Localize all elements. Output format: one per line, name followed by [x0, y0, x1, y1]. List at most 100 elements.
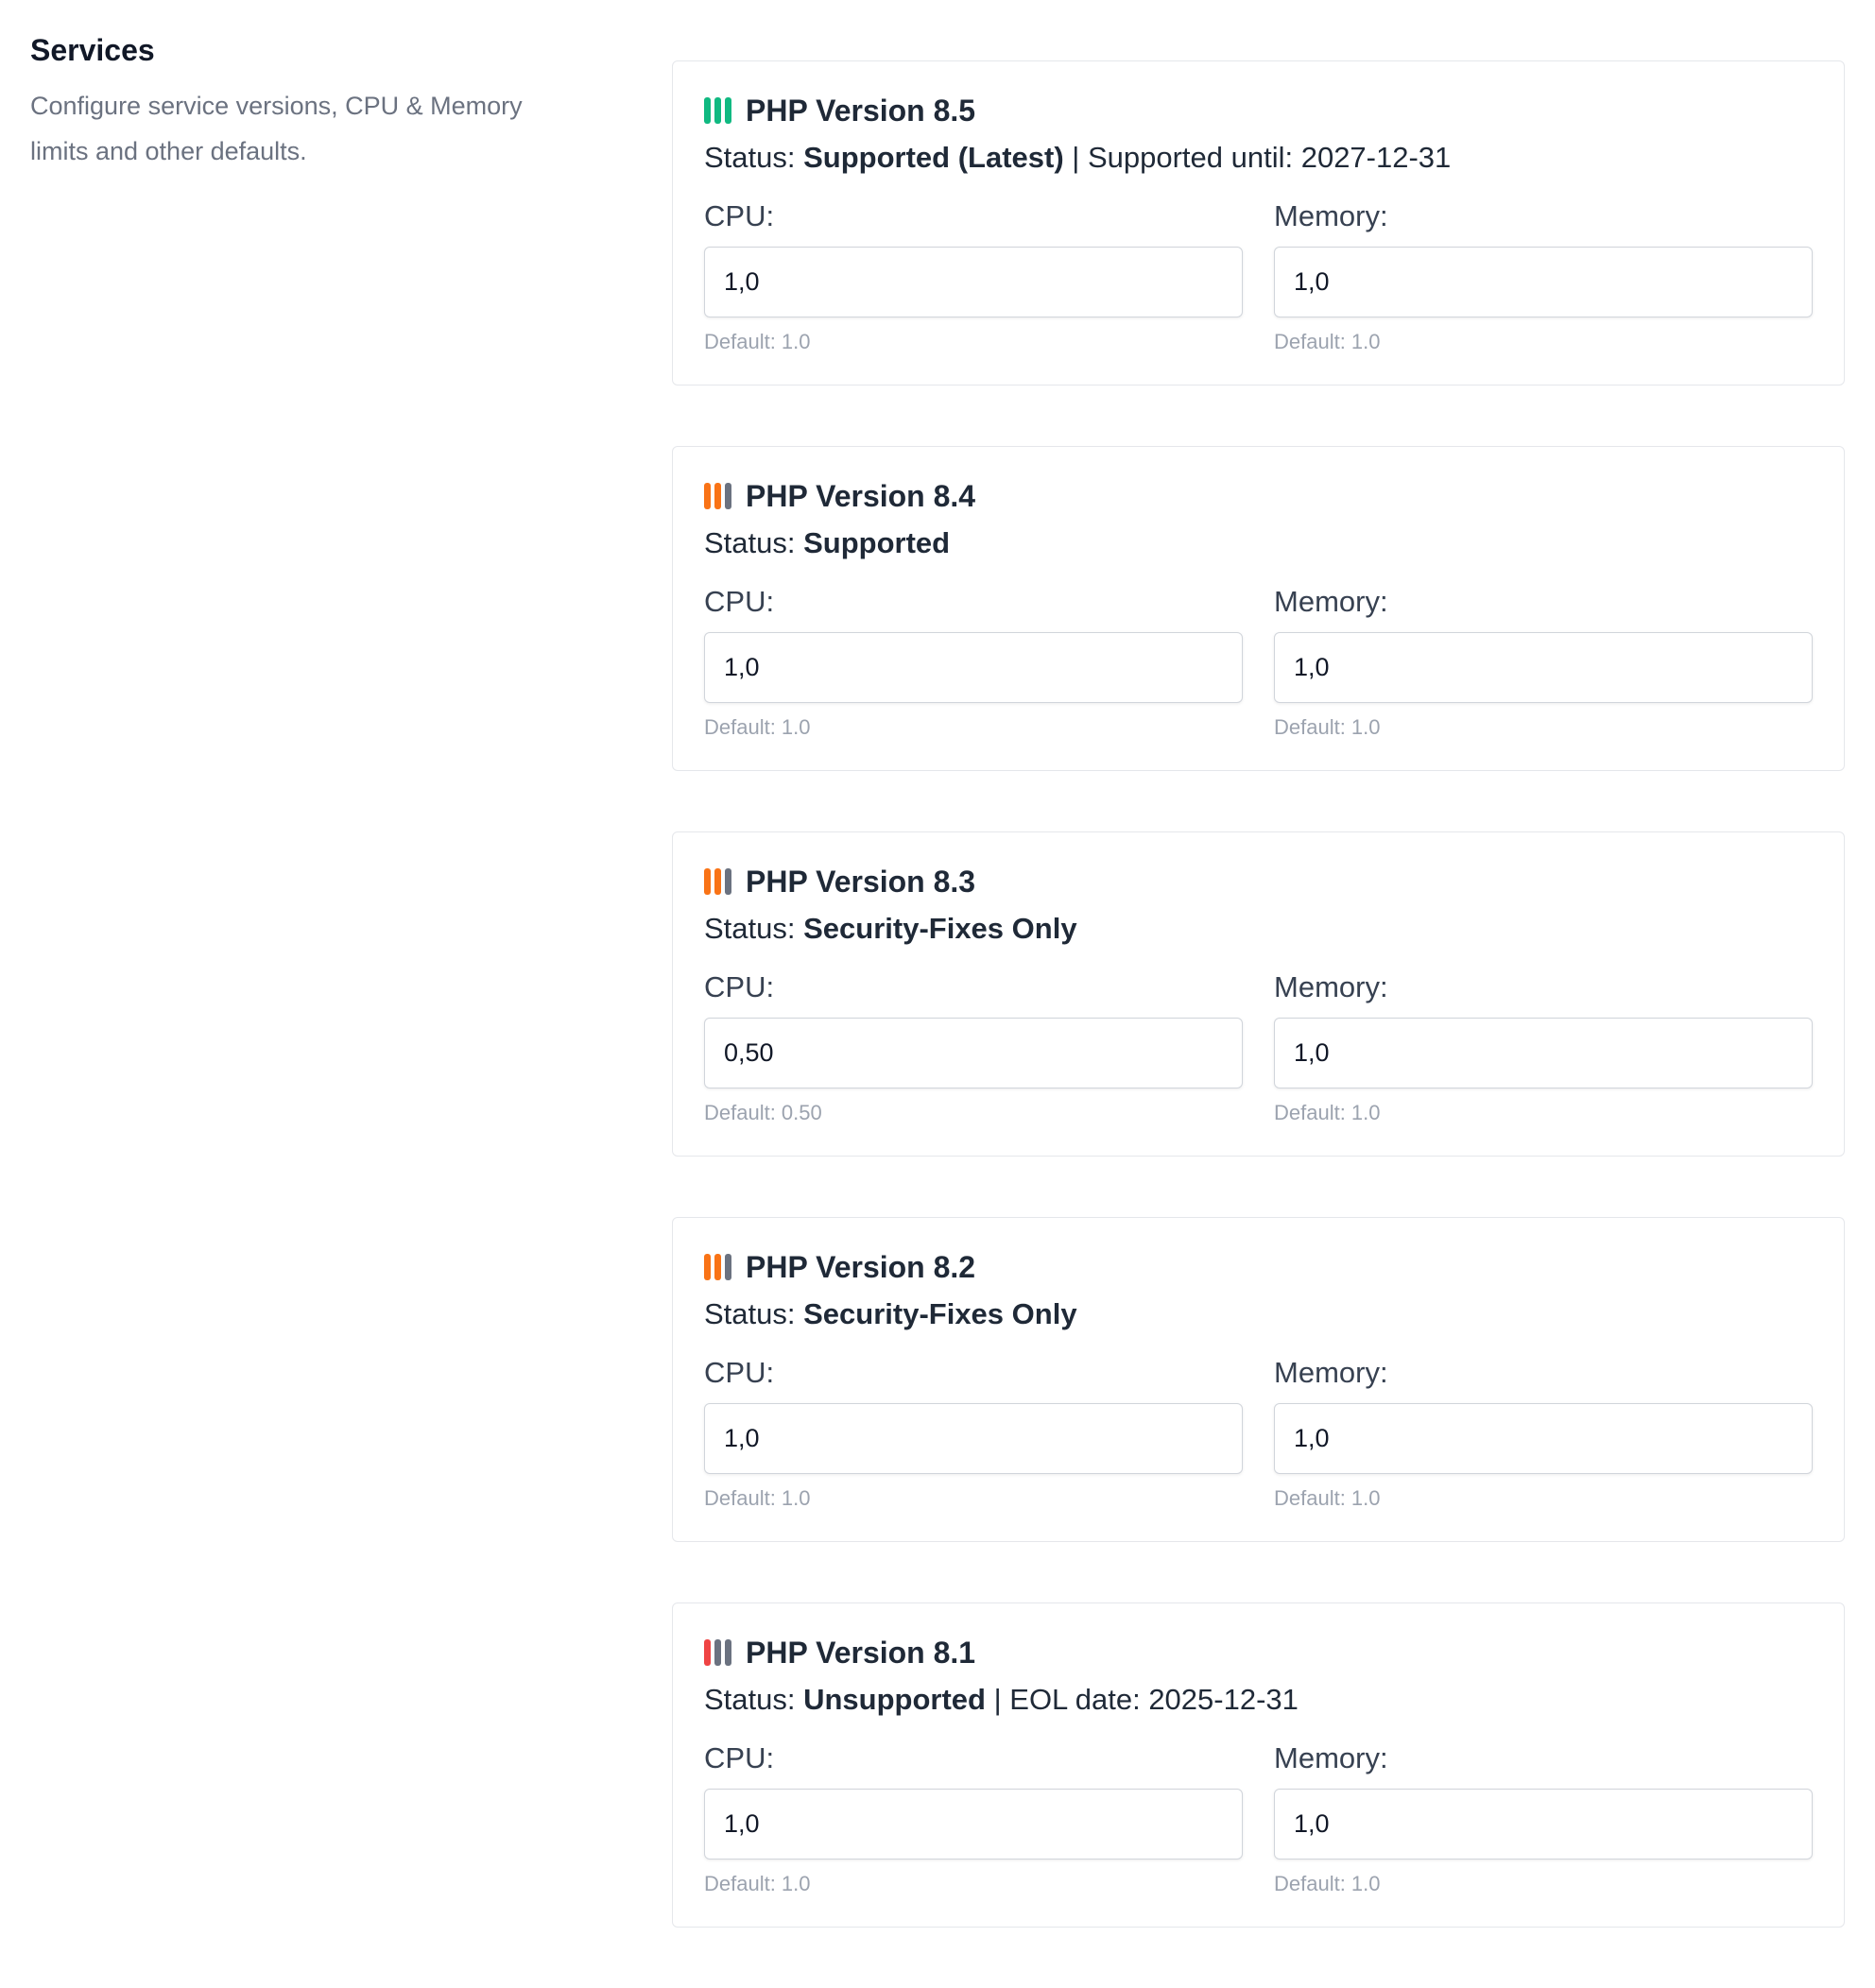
status-value: Security-Fixes Only	[803, 1297, 1077, 1330]
fields-row: CPU: Default: 0.50 Memory: Default: 1.0	[704, 968, 1813, 1126]
support-bar	[704, 868, 711, 895]
section-description: Configure service versions, CPU & Memory…	[30, 92, 523, 165]
memory-default: Default: 1.0	[1274, 330, 1381, 353]
service-card-php-8-4: PHP Version 8.4 Status: Supported CPU: D…	[672, 446, 1845, 771]
cpu-input[interactable]	[704, 247, 1243, 317]
support-bar	[714, 97, 721, 124]
cpu-default: Default: 1.0	[704, 1872, 811, 1895]
cpu-default: Default: 1.0	[704, 1486, 811, 1510]
memory-input[interactable]	[1274, 1018, 1813, 1088]
support-level-icon	[704, 1254, 731, 1280]
fields-row: CPU: Default: 1.0 Memory: Default: 1.0	[704, 1354, 1813, 1512]
card-title: PHP Version 8.4	[746, 478, 976, 513]
support-bar	[725, 1254, 731, 1280]
memory-field: Memory: Default: 1.0	[1274, 583, 1813, 741]
memory-default: Default: 1.0	[1274, 1101, 1381, 1124]
card-header: PHP Version 8.4	[704, 479, 1813, 513]
cpu-default: Default: 1.0	[704, 715, 811, 739]
support-level-icon	[704, 1639, 731, 1666]
card-title: PHP Version 8.3	[746, 864, 976, 899]
section-header: Services Configure service versions, CPU…	[30, 30, 578, 174]
memory-input[interactable]	[1274, 247, 1813, 317]
card-title: PHP Version 8.5	[746, 93, 976, 128]
support-bar	[725, 868, 731, 895]
cpu-input[interactable]	[704, 1403, 1243, 1474]
status-line: Status: Supported	[704, 524, 1813, 562]
status-value: Unsupported	[803, 1683, 986, 1716]
memory-label: Memory:	[1274, 1356, 1388, 1389]
memory-default: Default: 1.0	[1274, 1486, 1381, 1510]
card-header: PHP Version 8.2	[704, 1250, 1813, 1284]
support-bar	[714, 1254, 721, 1280]
cpu-field: CPU: Default: 1.0	[704, 197, 1243, 355]
fields-row: CPU: Default: 1.0 Memory: Default: 1.0	[704, 1740, 1813, 1897]
status-suffix: | EOL date: 2025-12-31	[985, 1683, 1299, 1716]
cpu-default: Default: 1.0	[704, 330, 811, 353]
fields-row: CPU: Default: 1.0 Memory: Default: 1.0	[704, 583, 1813, 741]
cpu-label: CPU:	[704, 1741, 775, 1774]
status-line: Status: Supported (Latest) | Supported u…	[704, 139, 1813, 177]
memory-field: Memory: Default: 1.0	[1274, 197, 1813, 355]
cpu-label: CPU:	[704, 199, 775, 232]
status-prefix: Status:	[704, 141, 804, 174]
cpu-input[interactable]	[704, 1018, 1243, 1088]
status-prefix: Status:	[704, 912, 804, 945]
support-bar	[714, 1639, 721, 1666]
cpu-default: Default: 0.50	[704, 1101, 822, 1124]
status-value: Security-Fixes Only	[803, 912, 1077, 945]
service-card-php-8-1: PHP Version 8.1 Status: Unsupported | EO…	[672, 1602, 1845, 1928]
support-bar	[704, 1639, 711, 1666]
cpu-field: CPU: Default: 1.0	[704, 583, 1243, 741]
status-prefix: Status:	[704, 1683, 804, 1716]
status-suffix: | Supported until: 2027-12-31	[1063, 141, 1452, 174]
memory-label: Memory:	[1274, 199, 1388, 232]
cpu-field: CPU: Default: 1.0	[704, 1354, 1243, 1512]
service-cards: PHP Version 8.5 Status: Supported (Lates…	[672, 60, 1845, 1988]
status-value: Supported (Latest)	[803, 141, 1064, 174]
support-level-icon	[704, 483, 731, 509]
memory-input[interactable]	[1274, 1789, 1813, 1859]
support-level-icon	[704, 97, 731, 124]
support-bar	[725, 483, 731, 509]
cpu-label: CPU:	[704, 1356, 775, 1389]
status-value: Supported	[803, 526, 951, 559]
cpu-label: CPU:	[704, 970, 775, 1003]
memory-input[interactable]	[1274, 1403, 1813, 1474]
status-prefix: Status:	[704, 526, 804, 559]
status-prefix: Status:	[704, 1297, 804, 1330]
cpu-label: CPU:	[704, 585, 775, 618]
cpu-field: CPU: Default: 1.0	[704, 1740, 1243, 1897]
card-title: PHP Version 8.1	[746, 1635, 976, 1670]
support-level-icon	[704, 868, 731, 895]
status-line: Status: Unsupported | EOL date: 2025-12-…	[704, 1681, 1813, 1719]
memory-field: Memory: Default: 1.0	[1274, 968, 1813, 1126]
memory-field: Memory: Default: 1.0	[1274, 1740, 1813, 1897]
card-header: PHP Version 8.5	[704, 94, 1813, 128]
support-bar	[704, 483, 711, 509]
support-bar	[704, 97, 711, 124]
service-card-php-8-3: PHP Version 8.3 Status: Security-Fixes O…	[672, 831, 1845, 1157]
memory-default: Default: 1.0	[1274, 715, 1381, 739]
support-bar	[714, 483, 721, 509]
memory-input[interactable]	[1274, 632, 1813, 703]
status-line: Status: Security-Fixes Only	[704, 1295, 1813, 1333]
service-card-php-8-5: PHP Version 8.5 Status: Supported (Lates…	[672, 60, 1845, 386]
cpu-input[interactable]	[704, 1789, 1243, 1859]
status-line: Status: Security-Fixes Only	[704, 910, 1813, 948]
service-card-php-8-2: PHP Version 8.2 Status: Security-Fixes O…	[672, 1217, 1845, 1542]
memory-label: Memory:	[1274, 970, 1388, 1003]
cpu-field: CPU: Default: 0.50	[704, 968, 1243, 1126]
memory-label: Memory:	[1274, 585, 1388, 618]
card-header: PHP Version 8.3	[704, 865, 1813, 899]
card-header: PHP Version 8.1	[704, 1636, 1813, 1670]
memory-default: Default: 1.0	[1274, 1872, 1381, 1895]
support-bar	[725, 1639, 731, 1666]
support-bar	[704, 1254, 711, 1280]
cpu-input[interactable]	[704, 632, 1243, 703]
support-bar	[725, 97, 731, 124]
memory-label: Memory:	[1274, 1741, 1388, 1774]
card-title: PHP Version 8.2	[746, 1249, 976, 1284]
memory-field: Memory: Default: 1.0	[1274, 1354, 1813, 1512]
section-title: Services	[30, 33, 155, 67]
fields-row: CPU: Default: 1.0 Memory: Default: 1.0	[704, 197, 1813, 355]
